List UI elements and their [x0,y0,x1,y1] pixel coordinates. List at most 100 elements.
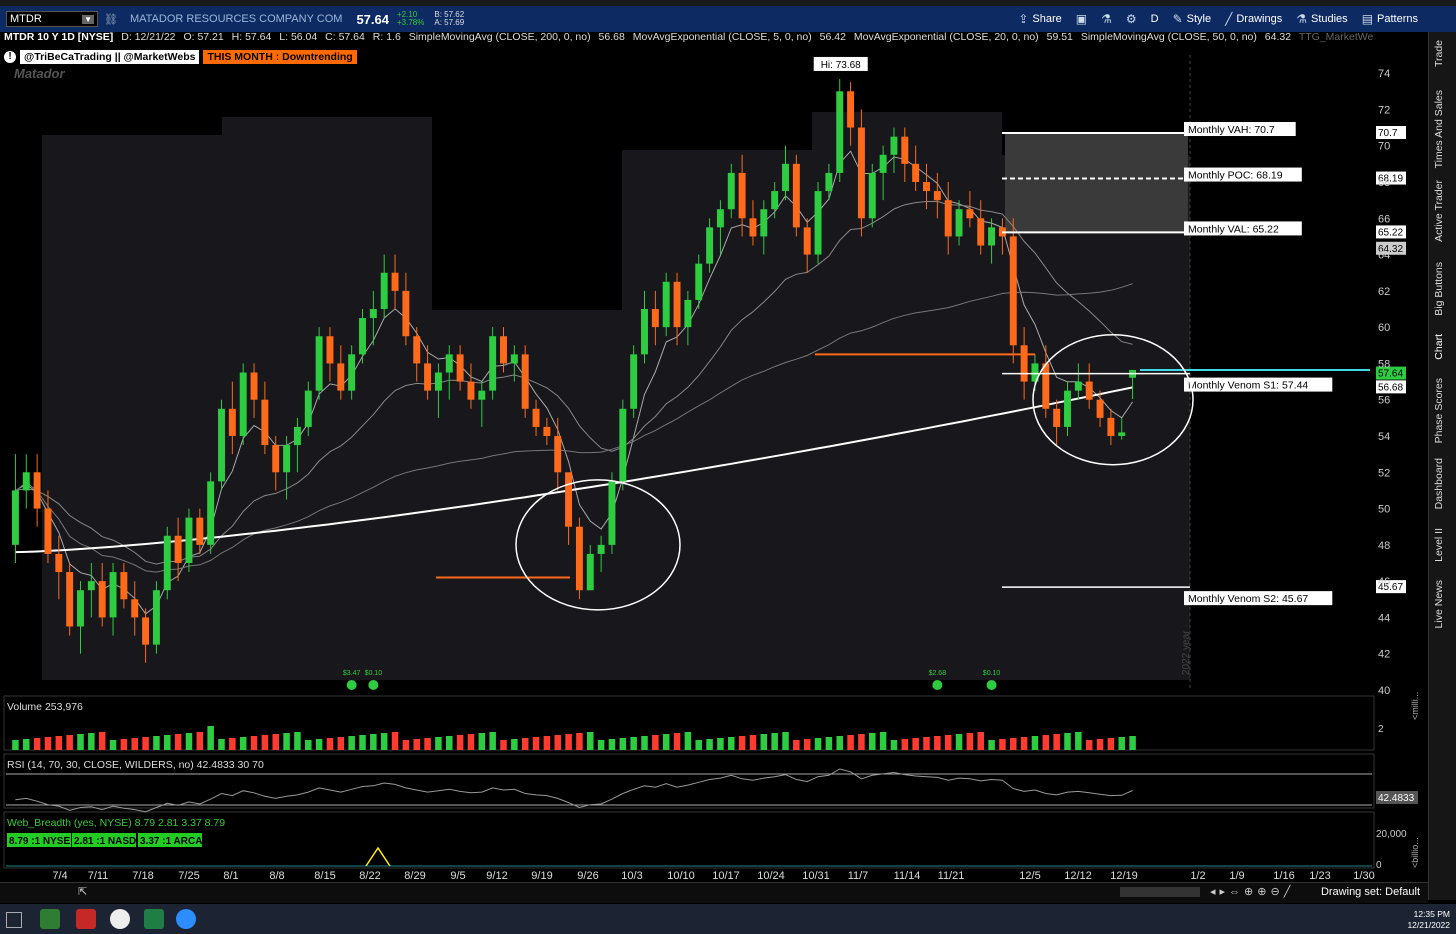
sidebar-item-times-and-sales[interactable]: Times And Sales [1433,90,1445,168]
volume-bar [66,735,73,750]
volume-bar [901,739,909,750]
volume-bar [424,738,431,750]
candle-body [293,426,301,446]
settings-button[interactable]: ⚙ [1126,12,1137,26]
x-tick-label: 9/19 [531,870,552,882]
breadth-label: Web_Breadth (yes, NYSE) 8.79 2.81 3.37 8… [7,817,225,829]
scrollbar[interactable] [1120,887,1200,897]
candle-body [369,309,377,319]
candle-body [1009,236,1017,346]
candle-body [641,309,648,355]
candle-body [912,163,920,182]
patterns-button[interactable]: ▤ Patterns [1362,12,1418,26]
price-tag-text: 65.22 [1378,227,1403,238]
last-price: 57.64 [356,11,389,27]
sidebar-item-chart[interactable]: Chart [1433,334,1445,360]
y-tick-label: 44 [1378,612,1390,624]
volume-bar [673,733,681,750]
volume-bar [305,740,312,750]
candle-body [727,172,735,210]
volume-label: Volume 253,976 [7,701,83,713]
candle-body [1096,399,1104,418]
volume-bar [12,740,19,750]
volume-bar [695,740,702,750]
candle-body [55,553,63,573]
candle-body [131,599,139,618]
studies-button[interactable]: ⚗ Studies [1296,12,1347,26]
candle-body [706,227,714,264]
sidebar-item-phase-scores[interactable]: Phase Scores [1433,378,1445,443]
volume-bar [380,733,388,750]
candle-body [152,590,160,645]
volume-bar [218,739,225,750]
expand-icon[interactable]: ⇱ [78,885,87,898]
candle-body [391,272,399,291]
camera-icon: ▣ [1075,12,1088,26]
zoom-icon[interactable] [176,909,196,929]
volume-bar [869,733,876,750]
candle-body [521,354,529,409]
candle-body [337,363,345,391]
share-button[interactable]: ⇪ Share [1018,12,1061,26]
timeframe-button[interactable]: D [1151,13,1159,25]
candle-body [771,191,779,210]
volume-bar [879,732,887,750]
sidebar-item-dashboard[interactable]: Dashboard [1433,458,1445,509]
candle-body [174,535,182,563]
y-tick-label: 70 [1378,141,1390,153]
sidebar-item-big-buttons[interactable]: Big Buttons [1433,262,1445,316]
chrome-icon[interactable] [110,909,130,929]
excel-icon[interactable] [144,909,164,929]
candle-body [1085,381,1093,400]
y-tick-label: 66 [1378,213,1390,225]
symbol-input[interactable]: MTDR ▼ [6,11,98,27]
sidebar-item-active-trader[interactable]: Active Trader [1433,180,1445,242]
volume-bar [565,734,572,750]
screenshot-button[interactable]: ▣ [1076,12,1087,26]
volume-bar [1053,734,1060,750]
volume-bar [749,735,757,750]
link-icon[interactable]: ⛓ [104,13,118,26]
volume-bar [608,739,616,750]
style-button[interactable]: ✎ Style [1173,12,1212,26]
sidebar-item-trade[interactable]: Trade [1433,40,1445,67]
candle-body [44,508,52,554]
volume-bar [1075,732,1082,750]
volume-bar [793,740,800,750]
volume-bar [511,739,518,750]
drawings-button[interactable]: ╱ Drawings [1225,12,1282,26]
candle-body [456,354,464,382]
candle-body [792,163,800,228]
value-area-shade [1005,133,1188,233]
chevron-down-icon[interactable]: ▼ [82,14,94,24]
volume-bar [977,732,984,750]
app-icon[interactable] [76,909,96,929]
price-tag-text: 56.68 [1378,382,1403,393]
subpanel-layer: Volume 253,976 2 <milli... RSI (14, 70, 30,… [3,692,1420,871]
level-label-text: Monthly Venom S1: 57.44 [1188,380,1308,392]
x-tick-label: 9/5 [450,870,465,882]
candle-body [749,218,757,237]
dividend-label: $0.10 [365,670,383,677]
price-tag-text: 70.7 [1378,128,1398,139]
volume-bar [944,735,952,750]
sidebar-item-live-news[interactable]: Live News [1433,580,1445,628]
zoom-controls[interactable]: ◂▸⇔⊕⊕⊖╱ [1210,885,1294,898]
volume-bar [934,736,941,750]
app-icon[interactable] [40,909,60,929]
drawing-set-label[interactable]: Drawing set: Default [1321,886,1420,898]
volume-bar [955,734,963,750]
chart-canvas[interactable]: 2022 year Hi: 73.68 Monthly VAH: 70.7 70.7… [0,30,1428,882]
x-tick-label: 8/29 [404,870,425,882]
volume-bar [435,737,442,750]
windows-icon[interactable] [6,912,22,928]
candle-body [109,572,117,618]
y-tick-label: 42 [1378,649,1390,661]
breadth-badge-text: 2.81 :1 NASD [74,836,136,847]
sidebar-item-level-ii[interactable]: Level II [1433,528,1445,562]
volume-bar [1096,739,1104,750]
breadth-unit: <billio... [1410,837,1420,868]
lab-button[interactable]: ⚗ [1101,12,1112,26]
volume-bar [229,738,236,750]
volume-bar [966,733,974,750]
